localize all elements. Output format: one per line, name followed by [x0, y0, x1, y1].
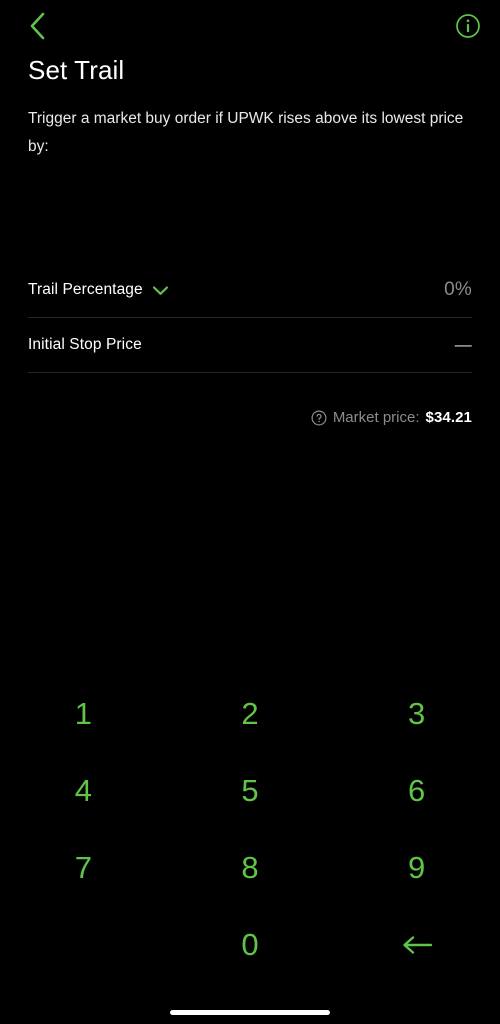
key-2[interactable]: 2 [167, 675, 334, 752]
market-price-row: Market price: $34.21 [311, 409, 472, 426]
key-3[interactable]: 3 [333, 675, 500, 752]
back-button[interactable] [16, 6, 60, 46]
trail-form: Trail Percentage 0% Initial Stop Price — [28, 263, 472, 373]
market-price-value: $34.21 [425, 409, 472, 426]
market-price-label: Market price: [332, 409, 420, 426]
backspace-arrow-icon [400, 934, 434, 956]
row-label: Initial Stop Price [28, 336, 142, 353]
row-trail-percentage[interactable]: Trail Percentage 0% [28, 263, 472, 318]
key-6[interactable]: 6 [333, 752, 500, 829]
key-backspace[interactable] [333, 906, 500, 983]
key-1[interactable]: 1 [0, 675, 167, 752]
page-title: Set Trail [28, 55, 125, 85]
info-button[interactable] [450, 8, 486, 44]
initial-stop-price-value: — [454, 335, 472, 354]
info-circle-icon [455, 13, 481, 39]
key-9[interactable]: 9 [333, 829, 500, 906]
row-label: Trail Percentage [28, 281, 143, 298]
key-0[interactable]: 0 [167, 906, 334, 983]
key-8[interactable]: 8 [167, 829, 334, 906]
set-trail-screen: Set Trail Trigger a market buy order if … [0, 0, 500, 1024]
top-bar [0, 0, 500, 52]
trail-percentage-value[interactable]: 0% [444, 279, 472, 301]
row-initial-stop-price[interactable]: Initial Stop Price — [28, 318, 472, 373]
key-7[interactable]: 7 [0, 829, 167, 906]
page-description: Trigger a market buy order if UPWK rises… [28, 110, 464, 155]
numeric-keypad: 1 2 3 4 5 6 7 8 9 0 [0, 675, 500, 983]
home-indicator [170, 1010, 330, 1015]
key-4[interactable]: 4 [0, 752, 167, 829]
key-5[interactable]: 5 [167, 752, 334, 829]
chevron-down-icon[interactable] [152, 285, 169, 296]
chevron-left-icon [28, 10, 48, 42]
question-circle-icon[interactable] [311, 409, 327, 426]
